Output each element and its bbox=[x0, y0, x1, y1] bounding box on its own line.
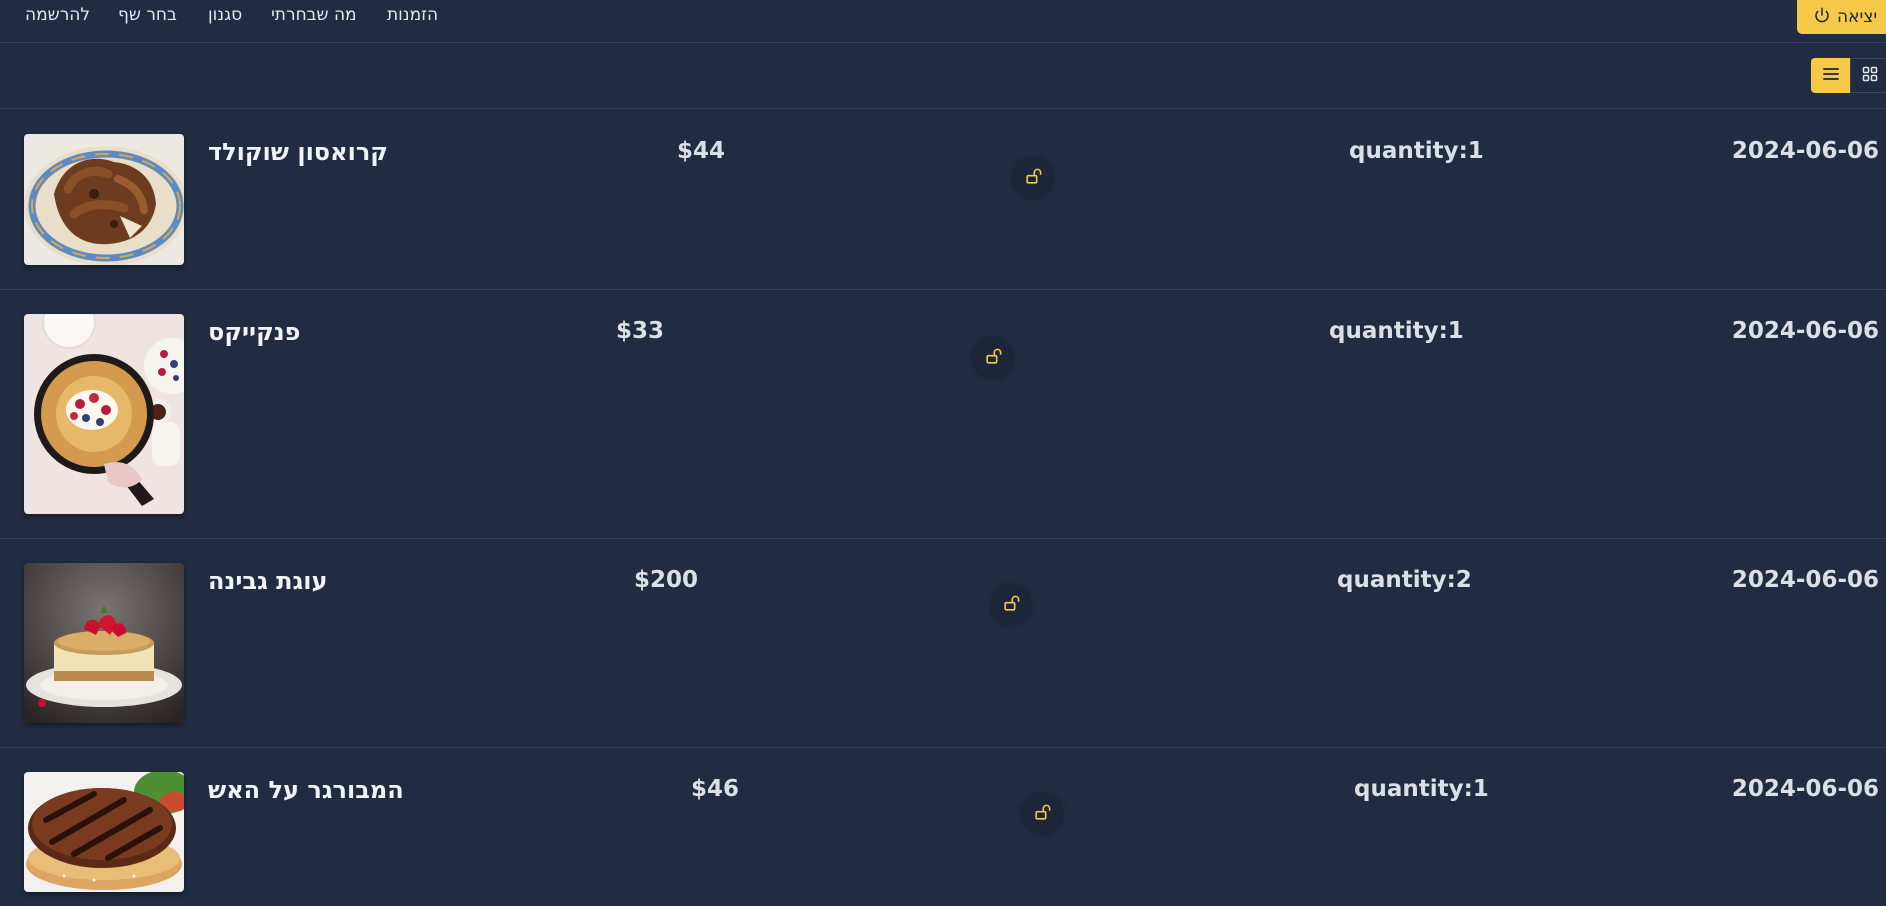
order-item-date: 2024-06-06 bbox=[1731, 776, 1879, 802]
order-row: פנקייקס $33 quantity:1 2024-06-06 bbox=[0, 290, 1886, 539]
lock-toggle-button[interactable] bbox=[973, 338, 1013, 378]
order-row: המבורגר על האש $46 quantity:1 2024-06-06 bbox=[0, 748, 1886, 906]
top-navbar: להרשמה בחר שף סגנון מה שבחרתי הזמנות יצי… bbox=[0, 0, 1886, 43]
order-image-croissant bbox=[24, 134, 184, 265]
list-view-button[interactable] bbox=[1811, 58, 1850, 93]
nav-link-register[interactable]: להרשמה bbox=[25, 5, 90, 25]
order-item-date: 2024-06-06 bbox=[1731, 138, 1879, 164]
order-item-name: פנקייקס bbox=[208, 318, 301, 346]
nav-link-my-selection[interactable]: מה שבחרתי bbox=[271, 5, 357, 25]
nav-link-choose-chef[interactable]: בחר שף bbox=[118, 5, 177, 25]
unlock-icon bbox=[984, 347, 1003, 370]
order-image-burger bbox=[24, 772, 184, 892]
unlock-icon bbox=[1002, 594, 1021, 617]
order-item-price: $33 bbox=[616, 318, 665, 344]
order-item-quantity: quantity:2 bbox=[1337, 567, 1472, 593]
order-item-price: $46 bbox=[691, 776, 740, 802]
order-image-pancakes bbox=[24, 314, 184, 514]
logout-button[interactable]: יציאה bbox=[1797, 0, 1886, 34]
order-item-date: 2024-06-06 bbox=[1731, 318, 1879, 344]
order-item-date: 2024-06-06 bbox=[1731, 567, 1879, 593]
lock-toggle-button[interactable] bbox=[1013, 158, 1053, 198]
view-toolbar bbox=[0, 43, 1886, 109]
unlock-icon bbox=[1024, 167, 1043, 190]
list-icon bbox=[1822, 65, 1840, 87]
order-item-name: עוגת גבינה bbox=[208, 567, 328, 595]
power-icon bbox=[1813, 6, 1831, 29]
order-item-price: $44 bbox=[677, 138, 726, 164]
unlock-icon bbox=[1033, 803, 1052, 826]
order-item-quantity: quantity:1 bbox=[1354, 776, 1489, 802]
order-row: עוגת גבינה $200 quantity:2 2024-06-06 bbox=[0, 539, 1886, 748]
logout-label: יציאה bbox=[1837, 7, 1878, 27]
order-row: קרואסון שוקולד $44 quantity:1 2024-06-06 bbox=[0, 110, 1886, 290]
order-item-quantity: quantity:1 bbox=[1349, 138, 1484, 164]
grid-icon bbox=[1862, 66, 1878, 86]
order-image-cheesecake bbox=[24, 563, 184, 723]
grid-view-button[interactable] bbox=[1850, 58, 1886, 93]
nav-link-orders[interactable]: הזמנות bbox=[387, 5, 438, 25]
lock-toggle-button[interactable] bbox=[1022, 794, 1062, 834]
order-item-name: קרואסון שוקולד bbox=[208, 138, 388, 166]
order-item-name: המבורגר על האש bbox=[208, 776, 404, 804]
lock-toggle-button[interactable] bbox=[991, 585, 1031, 625]
order-item-quantity: quantity:1 bbox=[1329, 318, 1464, 344]
order-item-price: $200 bbox=[634, 567, 699, 593]
nav-link-style[interactable]: סגנון bbox=[208, 5, 242, 25]
